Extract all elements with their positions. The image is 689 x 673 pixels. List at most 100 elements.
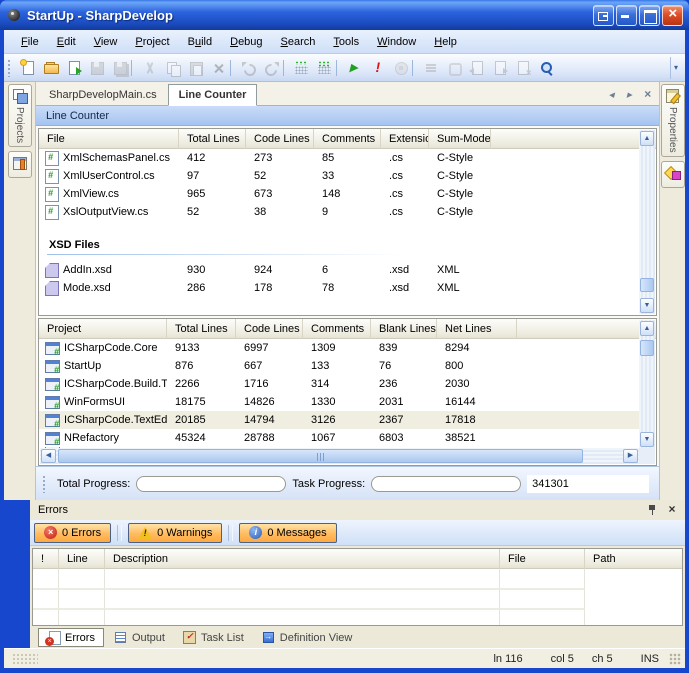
pin-icon[interactable] — [648, 505, 657, 516]
vertical-scrollbar[interactable]: ▲ ▼ — [639, 320, 655, 448]
toolbar-button[interactable] — [207, 57, 230, 79]
column-header-path[interactable]: Path — [585, 549, 682, 569]
table-row[interactable]: XmlUserControl.cs 97 52 33 .cs C-Style — [39, 167, 639, 185]
titlebar[interactable]: StartUp - SharpDevelop — [0, 0, 689, 30]
scroll-up-icon[interactable]: ▲ — [640, 321, 654, 336]
scroll-left-icon[interactable]: ◀ — [41, 449, 56, 463]
tab-control-button[interactable] — [604, 86, 619, 101]
vertical-scrollbar[interactable]: ▲ ▼ — [639, 130, 655, 314]
table-row[interactable]: ICSharpCode.TextEditor 20185 14794 3126 … — [39, 411, 639, 429]
toolbar-button[interactable] — [488, 57, 511, 79]
column-header-total-lines[interactable]: Total Lines — [179, 129, 246, 149]
toolbar-button[interactable] — [39, 57, 62, 79]
toolbar-button[interactable] — [184, 57, 207, 79]
minimize-button[interactable] — [616, 5, 637, 26]
progress-grip[interactable] — [42, 475, 47, 493]
menu-item[interactable]: Debug — [221, 33, 271, 51]
menu-item[interactable]: File — [12, 33, 48, 51]
column-header-blank-lines[interactable]: Blank Lines — [371, 319, 437, 339]
toolbar-button[interactable] — [260, 57, 283, 79]
column-header-project[interactable]: Project — [39, 319, 167, 339]
resize-grip[interactable] — [669, 653, 681, 665]
toolbar-button[interactable] — [62, 57, 85, 79]
table-row[interactable]: StartUp 876 667 133 76 800 — [39, 357, 639, 375]
table-row[interactable]: ICSharpCode.Build.Tasks 2266 1716 314 23… — [39, 375, 639, 393]
menu-item[interactable]: Build — [179, 33, 221, 51]
column-header-line[interactable]: Line — [59, 549, 105, 569]
toolbar-button[interactable] — [465, 57, 488, 79]
toolbar-button[interactable] — [108, 57, 131, 79]
column-header-file[interactable]: File — [500, 549, 585, 569]
document-tab[interactable]: Line Counter — [168, 84, 258, 106]
errors-filter-button[interactable]: ×0 Errors — [34, 523, 111, 543]
tab-control-button[interactable] — [640, 86, 655, 101]
scrollbar-thumb[interactable] — [640, 278, 654, 292]
column-header-severity[interactable]: ! — [33, 549, 59, 569]
toolbar-overflow-button[interactable]: ▾ — [670, 57, 681, 79]
side-tab[interactable]: Properties — [661, 84, 685, 157]
panel-tab[interactable]: Output — [106, 628, 173, 647]
table-row[interactable]: XslOutputView.cs 52 38 9 .cs C-Style — [39, 203, 639, 221]
toolbar-button[interactable] — [511, 57, 534, 79]
toolbar-button[interactable] — [419, 57, 442, 79]
column-header-net-lines[interactable]: Net Lines — [437, 319, 517, 339]
column-header-extension[interactable]: Extension — [381, 129, 429, 149]
toolbar-button[interactable] — [237, 57, 260, 79]
panel-tab[interactable]: Definition View — [254, 628, 361, 647]
horizontal-scrollbar[interactable]: ◀ ▶ — [40, 448, 639, 464]
column-header-description[interactable]: Description — [105, 549, 500, 569]
side-tab[interactable]: Projects — [8, 84, 32, 147]
table-row[interactable]: WinFormsUI 18175 14826 1330 2031 16144 — [39, 393, 639, 411]
tab-control-button[interactable] — [622, 86, 637, 101]
column-header-file[interactable]: File — [39, 129, 179, 149]
toolbar-grip[interactable] — [7, 59, 12, 77]
scroll-right-icon[interactable]: ▶ — [623, 449, 638, 463]
scroll-down-icon[interactable]: ▼ — [640, 432, 654, 447]
toolbar-button[interactable] — [290, 57, 313, 79]
panel-tab[interactable]: Task List — [175, 628, 252, 647]
menu-item[interactable]: View — [85, 33, 127, 51]
warnings-filter-button[interactable]: 0 Warnings — [128, 523, 222, 543]
document-tab[interactable]: SharpDevelopMain.cs — [38, 84, 168, 105]
column-header-comments[interactable]: Comments — [303, 319, 371, 339]
table-row[interactable]: Mode.xsd 286 178 78 .xsd XML — [39, 279, 639, 297]
table-row[interactable]: ICSharpCode.Core 9133 6997 1309 839 8294 — [39, 339, 639, 357]
table-row[interactable]: XmlSchemasPanel.cs 412 273 85 .cs C-Styl… — [39, 149, 639, 167]
messages-filter-button[interactable]: i0 Messages — [239, 523, 336, 543]
toolbar-button[interactable] — [442, 57, 465, 79]
menu-item[interactable]: Project — [126, 33, 178, 51]
column-header-sum-mode[interactable]: Sum-Mode — [429, 129, 491, 149]
toolbar-button[interactable] — [16, 57, 39, 79]
scrollbar-thumb[interactable] — [640, 340, 654, 356]
column-header-total-lines[interactable]: Total Lines — [167, 319, 236, 339]
toolbar-button[interactable] — [313, 57, 336, 79]
toolbar-button[interactable] — [343, 57, 366, 79]
toolbar-button[interactable] — [366, 57, 389, 79]
column-header-comments[interactable]: Comments — [314, 129, 381, 149]
scroll-down-icon[interactable]: ▼ — [640, 298, 654, 313]
menu-item[interactable]: Search — [272, 33, 325, 51]
panel-close-icon[interactable]: × — [665, 503, 679, 517]
popout-button[interactable] — [593, 5, 614, 26]
table-row[interactable]: AddIn.xsd 930 924 6 .xsd XML — [39, 261, 639, 279]
menu-item[interactable]: Edit — [48, 33, 85, 51]
toolbar-button[interactable] — [161, 57, 184, 79]
menu-item[interactable]: Help — [425, 33, 466, 51]
scrollbar-thumb[interactable] — [58, 449, 583, 463]
close-button[interactable] — [662, 5, 683, 26]
column-header-code-lines[interactable]: Code Lines — [246, 129, 314, 149]
column-header-code-lines[interactable]: Code Lines — [236, 319, 303, 339]
scroll-up-icon[interactable]: ▲ — [640, 131, 654, 146]
menu-item[interactable]: Tools — [324, 33, 368, 51]
table-row[interactable]: NRefactory 45324 28788 1067 6803 38521 — [39, 429, 639, 447]
menu-item[interactable]: Window — [368, 33, 425, 51]
maximize-button[interactable] — [639, 5, 660, 26]
table-row[interactable]: XmlView.cs 965 673 148 .cs C-Style — [39, 185, 639, 203]
side-tab[interactable] — [661, 161, 685, 188]
toolbar-button[interactable] — [389, 57, 412, 79]
sharpdevelop-logo-icon[interactable] — [6, 7, 22, 23]
panel-tab[interactable]: Errors — [38, 628, 104, 647]
toolbar-button[interactable] — [534, 57, 557, 79]
toolbar-button[interactable] — [85, 57, 108, 79]
side-tab[interactable] — [8, 151, 32, 178]
